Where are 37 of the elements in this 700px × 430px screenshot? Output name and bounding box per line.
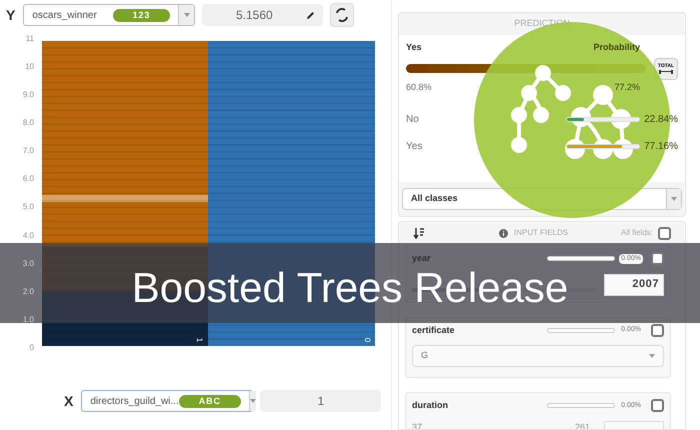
- field-name: year: [412, 252, 431, 265]
- field-name: oscars_winner: [31, 8, 97, 22]
- class-name: No: [406, 113, 420, 127]
- all-fields-label: All fields:: [620, 227, 653, 239]
- field-name: certificate: [412, 324, 455, 336]
- y-tick-label: 10: [25, 63, 34, 72]
- axis-label: Y: [6, 6, 16, 24]
- type-badge: ABC: [178, 394, 241, 408]
- select-value: All classes: [410, 192, 458, 206]
- card-title: INPUT FIELDS: [514, 227, 568, 239]
- y-tick-label: 8.0: [22, 119, 34, 128]
- field-name: duration: [412, 399, 448, 412]
- field-name: directors_guild_wi...: [89, 394, 179, 408]
- column-label: 0: [362, 338, 371, 342]
- y-tick-label: 6.0: [22, 175, 34, 184]
- range-min: 60.8%: [406, 80, 432, 94]
- type-badge: 123: [112, 8, 170, 22]
- y-tick-label: 1.0: [22, 316, 34, 324]
- y-tick-label: 3.0: [22, 260, 34, 268]
- range-max: 77.2%: [614, 80, 640, 94]
- y-tick-label: 7.0: [22, 147, 34, 156]
- y-tick-label: 4.0: [22, 232, 34, 240]
- y-tick-label: 0: [30, 344, 34, 352]
- y-tick-label: 5.0: [22, 203, 34, 212]
- column-label: 1: [195, 338, 204, 342]
- select-value: G: [421, 349, 428, 362]
- y-tick-label: 2.0: [22, 288, 34, 296]
- axis-label: X: [64, 392, 74, 410]
- y-tick-label: 11: [26, 35, 34, 43]
- field-value: 5.1560: [236, 7, 273, 24]
- class-name: Yes: [406, 140, 424, 154]
- field-value: 2007: [632, 277, 659, 292]
- field-value: 1: [318, 393, 324, 410]
- y-tick-label: 9.0: [22, 91, 34, 100]
- banner-title: Boosted Trees Release: [132, 267, 568, 309]
- card-title: PREDICTION: [514, 17, 570, 30]
- predicted-class: Yes: [406, 41, 422, 54]
